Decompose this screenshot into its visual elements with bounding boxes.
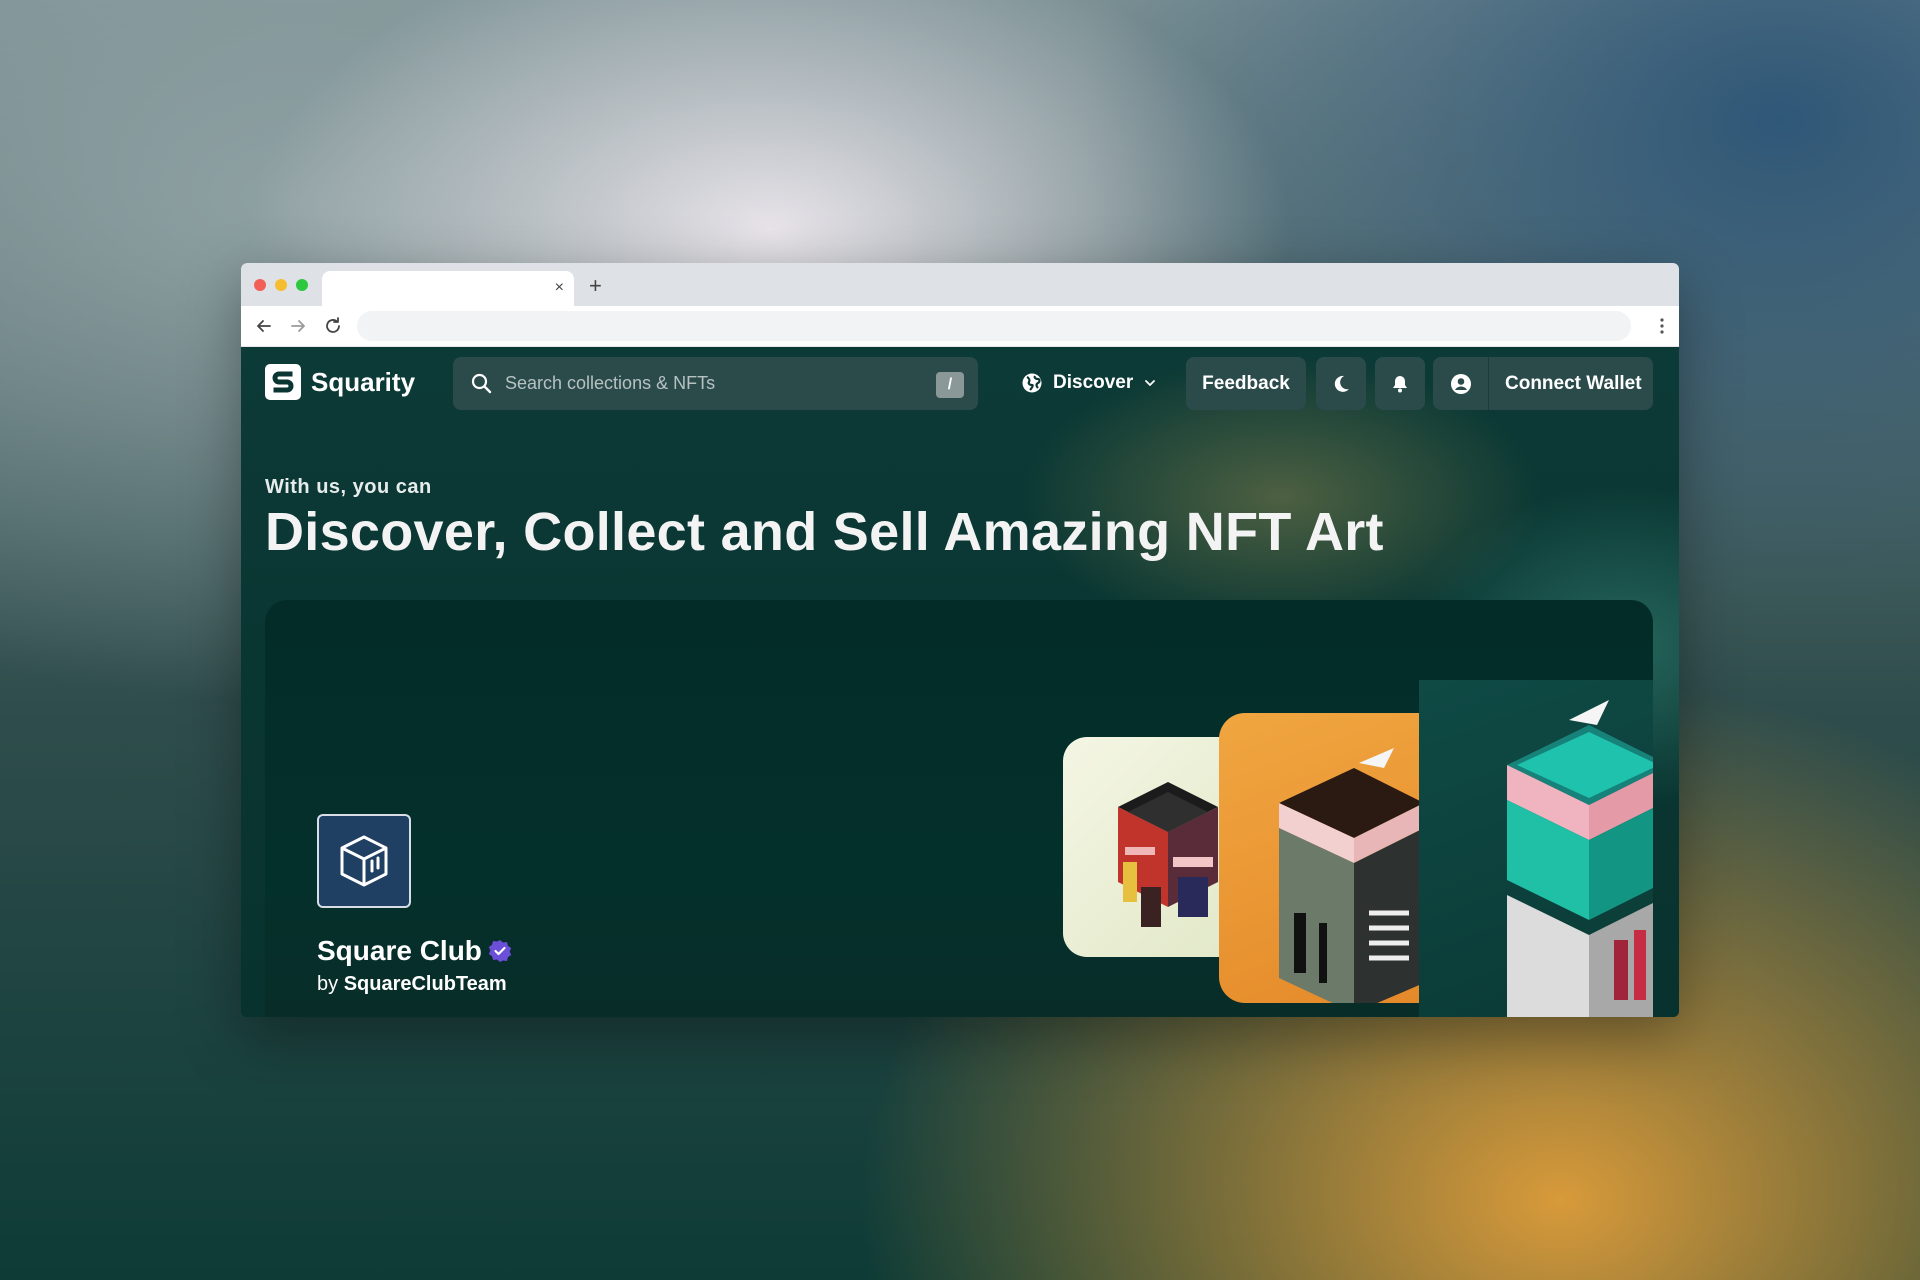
feedback-button[interactable]: Feedback xyxy=(1186,357,1306,410)
notifications-button[interactable] xyxy=(1375,357,1425,410)
connect-wallet-button[interactable]: Connect Wallet xyxy=(1433,357,1653,410)
collection-avatar[interactable] xyxy=(317,814,411,908)
collection-name: Square Club xyxy=(317,935,482,966)
close-window-button[interactable] xyxy=(254,279,266,291)
back-arrow-icon[interactable] xyxy=(253,315,275,337)
bell-icon xyxy=(1393,375,1407,392)
search-bar[interactable]: / xyxy=(453,357,978,410)
discover-dropdown[interactable]: Discover xyxy=(1021,365,1157,401)
hero-headline: Discover, Collect and Sell Amazing NFT A… xyxy=(265,502,1384,562)
tab-close-icon[interactable]: × xyxy=(555,279,564,297)
address-bar[interactable] xyxy=(357,311,1631,341)
user-circle-icon xyxy=(1450,373,1471,394)
website-viewport: Squarity / Discover xyxy=(241,347,1679,1017)
creator-prefix: by xyxy=(317,973,339,995)
verified-badge-icon xyxy=(488,940,512,962)
reload-icon[interactable] xyxy=(322,315,344,337)
brand-name: Squarity xyxy=(311,366,416,397)
featured-collection-banner[interactable]: Square Club by SquareClubTeam xyxy=(265,600,1653,1017)
nft-preview-card[interactable] xyxy=(1063,737,1243,957)
nft-artwork-image xyxy=(1507,700,1653,1017)
new-tab-button[interactable]: + xyxy=(589,273,602,299)
maximize-window-button[interactable] xyxy=(296,279,308,291)
browser-tab-bar: × + xyxy=(241,263,1679,306)
hero-eyebrow: With us, you can xyxy=(265,476,432,498)
forward-arrow-icon[interactable] xyxy=(287,315,309,337)
collection-title[interactable]: Square Club xyxy=(317,935,512,967)
site-header: Squarity / Discover xyxy=(241,347,1679,421)
nft-preview-card[interactable] xyxy=(1219,713,1419,1003)
browser-tab[interactable]: × xyxy=(322,271,574,306)
theme-toggle-button[interactable] xyxy=(1316,357,1366,410)
connect-wallet-label: Connect Wallet xyxy=(1505,372,1642,394)
discover-label: Discover xyxy=(1053,372,1134,393)
browser-window: × + Squarity Search collections & NFTs /… xyxy=(241,263,1679,1017)
account-avatar xyxy=(1433,357,1489,410)
moon-icon xyxy=(1334,375,1349,392)
minimize-window-button[interactable] xyxy=(275,279,287,291)
chevron-down-icon xyxy=(1145,380,1156,386)
creator-link[interactable]: SquareClubTeam xyxy=(344,973,507,995)
window-controls xyxy=(254,279,308,291)
browser-toolbar xyxy=(241,306,1679,347)
more-options-icon[interactable] xyxy=(1659,316,1665,336)
feedback-label: Feedback xyxy=(1202,372,1290,394)
search-icon xyxy=(471,373,492,394)
squarity-logo-icon xyxy=(265,364,301,400)
nft-artwork-image xyxy=(1118,782,1218,927)
globe-icon xyxy=(1022,373,1042,393)
collection-creator: by SquareClubTeam xyxy=(317,973,507,996)
search-shortcut-key: / xyxy=(936,372,964,398)
brand-logo[interactable]: Squarity xyxy=(265,364,415,400)
cube-icon xyxy=(340,835,388,887)
search-input[interactable] xyxy=(505,367,905,399)
nft-artwork-image xyxy=(1279,748,1419,1003)
nft-preview-card[interactable] xyxy=(1419,680,1653,1017)
